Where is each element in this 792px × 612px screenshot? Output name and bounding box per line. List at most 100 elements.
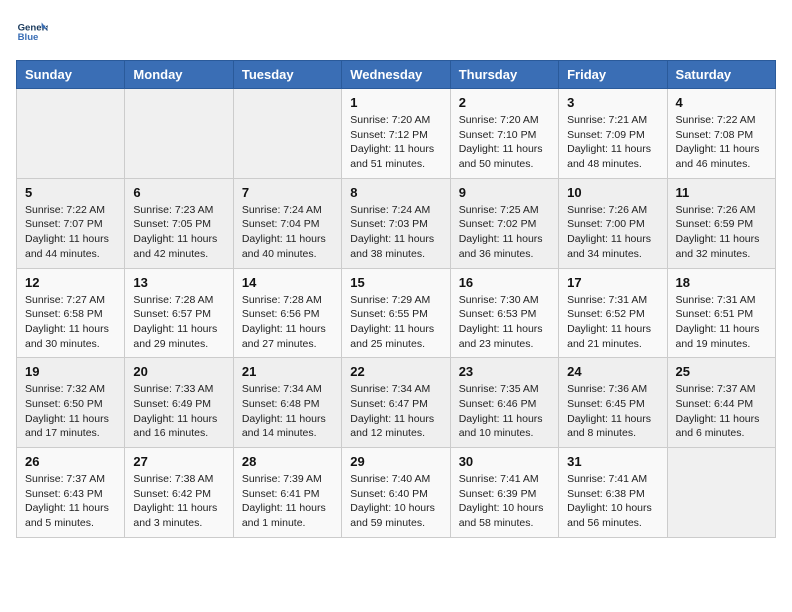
day-info: Sunrise: 7:36 AMSunset: 6:45 PMDaylight:… — [567, 382, 658, 441]
day-info: Sunrise: 7:35 AMSunset: 6:46 PMDaylight:… — [459, 382, 550, 441]
svg-text:Blue: Blue — [18, 32, 39, 43]
calendar-cell: 23Sunrise: 7:35 AMSunset: 6:46 PMDayligh… — [450, 358, 558, 448]
day-number: 13 — [133, 275, 224, 290]
day-number: 11 — [676, 185, 767, 200]
day-of-week-header: Tuesday — [233, 61, 341, 89]
calendar-cell: 7 Sunrise: 7:24 AMSunset: 7:04 PMDaylight… — [233, 178, 341, 268]
logo: General Blue — [16, 16, 48, 48]
calendar-week-row: 26 Sunrise: 7:37 AMSunset: 6:43 PMDayligh… — [17, 448, 776, 538]
calendar-cell: 28 Sunrise: 7:39 AMSunset: 6:41 PMDayligh… — [233, 448, 341, 538]
calendar-cell: 30 Sunrise: 7:41 AMSunset: 6:39 PMDayligh… — [450, 448, 558, 538]
day-info: Sunrise: 7:25 AMSunset: 7:02 PMDaylight:… — [459, 203, 550, 262]
calendar-cell: 9 Sunrise: 7:25 AMSunset: 7:02 PMDaylight… — [450, 178, 558, 268]
day-info: Sunrise: 7:22 AMSunset: 7:07 PMDaylight:… — [25, 203, 116, 262]
day-of-week-header: Wednesday — [342, 61, 450, 89]
day-info: Sunrise: 7:21 AMSunset: 7:09 PMDaylight:… — [567, 113, 658, 172]
day-info: Sunrise: 7:23 AMSunset: 7:05 PMDaylight:… — [133, 203, 224, 262]
calendar-cell: 21Sunrise: 7:34 AMSunset: 6:48 PMDayligh… — [233, 358, 341, 448]
day-number: 20 — [133, 364, 224, 379]
calendar-cell: 19 Sunrise: 7:32 AMSunset: 6:50 PMDayligh… — [17, 358, 125, 448]
day-info: Sunrise: 7:39 AMSunset: 6:41 PMDaylight:… — [242, 472, 333, 531]
logo-icon: General Blue — [16, 16, 48, 48]
day-info: Sunrise: 7:32 AMSunset: 6:50 PMDaylight:… — [25, 382, 116, 441]
day-info: Sunrise: 7:31 AMSunset: 6:52 PMDaylight:… — [567, 293, 658, 352]
day-number: 27 — [133, 454, 224, 469]
calendar-cell: 18Sunrise: 7:31 AMSunset: 6:51 PMDayligh… — [667, 268, 775, 358]
day-number: 25 — [676, 364, 767, 379]
calendar-cell: 27 Sunrise: 7:38 AMSunset: 6:42 PMDayligh… — [125, 448, 233, 538]
calendar-cell: 31 Sunrise: 7:41 AMSunset: 6:38 PMDayligh… — [559, 448, 667, 538]
day-number: 31 — [567, 454, 658, 469]
calendar-cell: 14Sunrise: 7:28 AMSunset: 6:56 PMDayligh… — [233, 268, 341, 358]
day-number: 21 — [242, 364, 333, 379]
day-info: Sunrise: 7:22 AMSunset: 7:08 PMDaylight:… — [676, 113, 767, 172]
day-of-week-header: Thursday — [450, 61, 558, 89]
calendar-cell: 12 Sunrise: 7:27 AMSunset: 6:58 PMDayligh… — [17, 268, 125, 358]
day-info: Sunrise: 7:33 AMSunset: 6:49 PMDaylight:… — [133, 382, 224, 441]
day-number: 26 — [25, 454, 116, 469]
day-number: 1 — [350, 95, 441, 110]
day-info: Sunrise: 7:29 AMSunset: 6:55 PMDaylight:… — [350, 293, 441, 352]
calendar-cell: 24 Sunrise: 7:36 AMSunset: 6:45 PMDayligh… — [559, 358, 667, 448]
calendar-cell: 25 Sunrise: 7:37 AMSunset: 6:44 PMDayligh… — [667, 358, 775, 448]
day-info: Sunrise: 7:38 AMSunset: 6:42 PMDaylight:… — [133, 472, 224, 531]
day-number: 9 — [459, 185, 550, 200]
calendar-cell: 29 Sunrise: 7:40 AMSunset: 6:40 PMDayligh… — [342, 448, 450, 538]
page-header: General Blue — [16, 16, 776, 48]
day-number: 19 — [25, 364, 116, 379]
day-number: 7 — [242, 185, 333, 200]
calendar-cell: 2Sunrise: 7:20 AMSunset: 7:10 PMDaylight… — [450, 89, 558, 179]
day-number: 29 — [350, 454, 441, 469]
calendar-cell: 11 Sunrise: 7:26 AMSunset: 6:59 PMDayligh… — [667, 178, 775, 268]
day-number: 24 — [567, 364, 658, 379]
day-info: Sunrise: 7:40 AMSunset: 6:40 PMDaylight:… — [350, 472, 441, 531]
day-number: 28 — [242, 454, 333, 469]
day-number: 8 — [350, 185, 441, 200]
day-info: Sunrise: 7:37 AMSunset: 6:43 PMDaylight:… — [25, 472, 116, 531]
day-number: 3 — [567, 95, 658, 110]
day-number: 4 — [676, 95, 767, 110]
calendar-cell: 1Sunrise: 7:20 AMSunset: 7:12 PMDaylight… — [342, 89, 450, 179]
calendar-cell: 6 Sunrise: 7:23 AMSunset: 7:05 PMDaylight… — [125, 178, 233, 268]
calendar-cell — [667, 448, 775, 538]
calendar-cell: 5Sunrise: 7:22 AMSunset: 7:07 PMDaylight… — [17, 178, 125, 268]
day-number: 2 — [459, 95, 550, 110]
day-number: 6 — [133, 185, 224, 200]
calendar-cell: 4 Sunrise: 7:22 AMSunset: 7:08 PMDaylight… — [667, 89, 775, 179]
calendar-cell: 15 Sunrise: 7:29 AMSunset: 6:55 PMDayligh… — [342, 268, 450, 358]
calendar-week-row: 12 Sunrise: 7:27 AMSunset: 6:58 PMDayligh… — [17, 268, 776, 358]
day-of-week-header: Sunday — [17, 61, 125, 89]
calendar-cell: 26 Sunrise: 7:37 AMSunset: 6:43 PMDayligh… — [17, 448, 125, 538]
calendar-cell: 16 Sunrise: 7:30 AMSunset: 6:53 PMDayligh… — [450, 268, 558, 358]
day-of-week-header: Monday — [125, 61, 233, 89]
calendar-header-row: SundayMondayTuesdayWednesdayThursdayFrid… — [17, 61, 776, 89]
calendar-cell: 3 Sunrise: 7:21 AMSunset: 7:09 PMDaylight… — [559, 89, 667, 179]
calendar-cell: 22Sunrise: 7:34 AMSunset: 6:47 PMDayligh… — [342, 358, 450, 448]
day-number: 10 — [567, 185, 658, 200]
day-info: Sunrise: 7:37 AMSunset: 6:44 PMDaylight:… — [676, 382, 767, 441]
day-info: Sunrise: 7:26 AMSunset: 6:59 PMDaylight:… — [676, 203, 767, 262]
day-number: 16 — [459, 275, 550, 290]
day-info: Sunrise: 7:27 AMSunset: 6:58 PMDaylight:… — [25, 293, 116, 352]
calendar-week-row: 1Sunrise: 7:20 AMSunset: 7:12 PMDaylight… — [17, 89, 776, 179]
day-number: 17 — [567, 275, 658, 290]
day-number: 15 — [350, 275, 441, 290]
day-info: Sunrise: 7:24 AMSunset: 7:04 PMDaylight:… — [242, 203, 333, 262]
day-info: Sunrise: 7:41 AMSunset: 6:39 PMDaylight:… — [459, 472, 550, 531]
day-info: Sunrise: 7:28 AMSunset: 6:56 PMDaylight:… — [242, 293, 333, 352]
day-number: 12 — [25, 275, 116, 290]
day-info: Sunrise: 7:41 AMSunset: 6:38 PMDaylight:… — [567, 472, 658, 531]
day-number: 18 — [676, 275, 767, 290]
day-number: 30 — [459, 454, 550, 469]
calendar-cell: 10 Sunrise: 7:26 AMSunset: 7:00 PMDayligh… — [559, 178, 667, 268]
day-of-week-header: Friday — [559, 61, 667, 89]
calendar-table: SundayMondayTuesdayWednesdayThursdayFrid… — [16, 60, 776, 538]
day-info: Sunrise: 7:26 AMSunset: 7:00 PMDaylight:… — [567, 203, 658, 262]
calendar-cell — [17, 89, 125, 179]
calendar-cell: 17 Sunrise: 7:31 AMSunset: 6:52 PMDayligh… — [559, 268, 667, 358]
calendar-cell — [233, 89, 341, 179]
day-info: Sunrise: 7:30 AMSunset: 6:53 PMDaylight:… — [459, 293, 550, 352]
day-number: 22 — [350, 364, 441, 379]
calendar-cell: 13Sunrise: 7:28 AMSunset: 6:57 PMDayligh… — [125, 268, 233, 358]
calendar-week-row: 5Sunrise: 7:22 AMSunset: 7:07 PMDaylight… — [17, 178, 776, 268]
